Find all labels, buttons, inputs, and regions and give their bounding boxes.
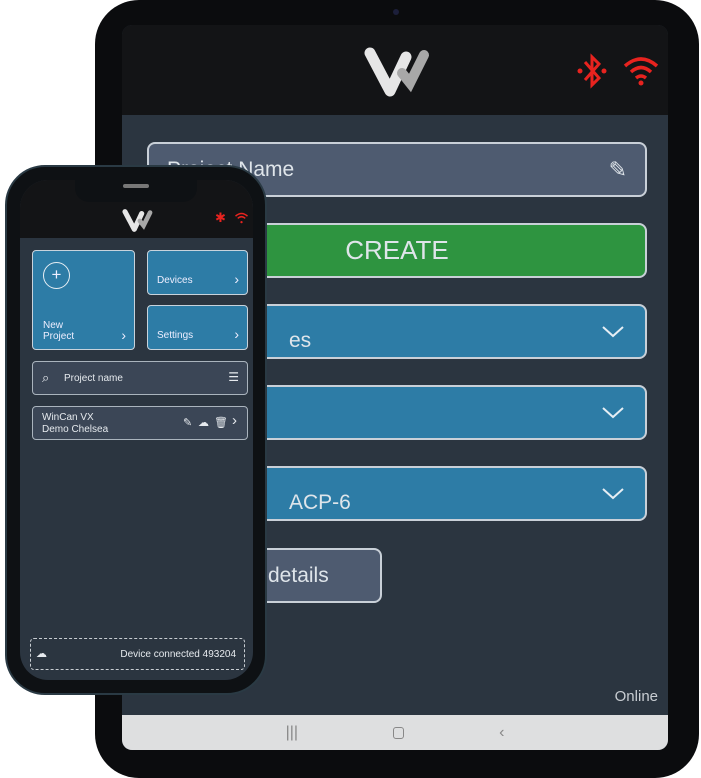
plus-icon: + <box>43 262 70 289</box>
home-icon[interactable] <box>393 726 405 739</box>
bluetooth-icon[interactable]: ✱ <box>215 210 226 226</box>
notch <box>75 180 197 202</box>
trash-icon[interactable]: 🗑 <box>214 416 228 429</box>
phone-device: ✱ + New Project › Devices › Settings › ⌕… <box>5 165 267 695</box>
dropdown-1-value: es <box>289 329 312 352</box>
create-label: CREATE <box>345 235 449 265</box>
phone-header: ✱ <box>20 180 253 238</box>
cloud-icon[interactable]: ☁ <box>198 416 209 429</box>
devices-label: Devices <box>157 275 193 286</box>
settings-tile[interactable]: Settings › <box>147 305 248 350</box>
chevron-right-icon: › <box>234 271 239 287</box>
device-status-text: Device connected 493204 <box>120 649 236 660</box>
project-search-input[interactable]: ⌕ Project name ☰ <box>32 361 248 395</box>
recents-icon[interactable]: ||| <box>286 724 298 742</box>
chevron-right-icon: › <box>121 327 126 343</box>
camera <box>393 9 399 15</box>
details-label: details <box>268 563 329 587</box>
pencil-icon[interactable]: ✎ <box>183 416 192 429</box>
back-icon[interactable]: ‹ <box>499 724 504 742</box>
android-nav-bar: ||| ‹ <box>122 715 668 750</box>
chevron-right-icon: › <box>234 326 239 342</box>
project-list-item[interactable]: WinCan VX Demo Chelsea ✎ ☁ 🗑 › <box>32 406 248 440</box>
chevron-down-icon <box>602 326 624 338</box>
logo-w <box>364 47 429 97</box>
bluetooth-icon[interactable] <box>576 53 608 89</box>
dropdown-3-value: ACP-6 <box>289 491 351 514</box>
pencil-icon[interactable]: ✎ <box>609 157 627 183</box>
online-status: Online <box>614 688 658 705</box>
wifi-icon[interactable] <box>622 55 660 87</box>
device-connection-status: ☁ Device connected 493204 <box>30 638 245 670</box>
chevron-down-icon <box>602 488 624 500</box>
logo-w <box>122 209 153 232</box>
search-placeholder: Project name <box>64 373 123 384</box>
chevron-right-icon[interactable]: › <box>232 412 237 429</box>
project-subtitle: Demo Chelsea <box>42 424 109 435</box>
devices-tile[interactable]: Devices › <box>147 250 248 295</box>
project-title: WinCan VX <box>42 412 94 423</box>
tablet-header <box>122 25 668 115</box>
search-icon: ⌕ <box>42 370 50 385</box>
new-project-label: New Project <box>43 320 75 342</box>
wifi-icon[interactable] <box>234 212 249 224</box>
phone-screen: ✱ + New Project › Devices › Settings › ⌕… <box>20 180 253 680</box>
new-project-tile[interactable]: + New Project › <box>32 250 135 350</box>
chevron-down-icon <box>602 406 624 418</box>
cloud-icon: ☁ <box>36 648 47 660</box>
filter-icon[interactable]: ☰ <box>228 370 239 384</box>
settings-label: Settings <box>157 330 194 341</box>
